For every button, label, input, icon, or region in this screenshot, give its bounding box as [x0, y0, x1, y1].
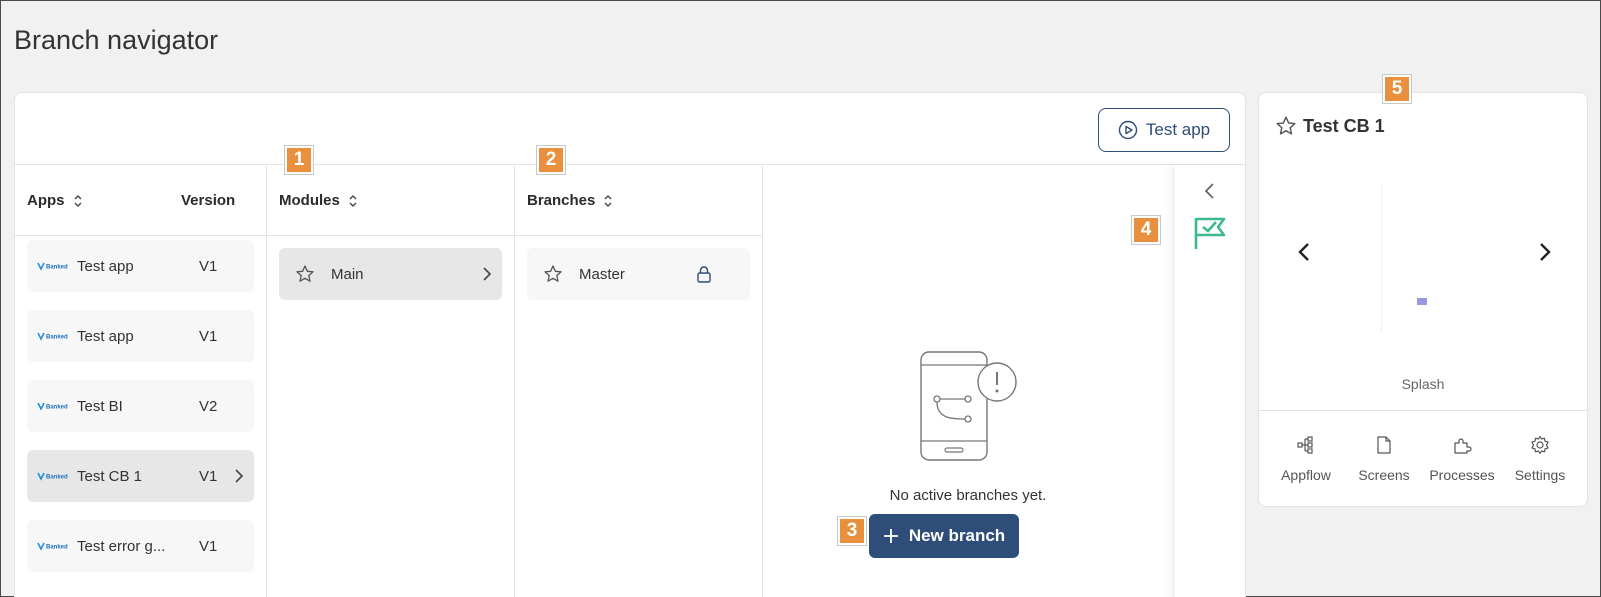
badge-4: 4 [1132, 216, 1160, 244]
app-name: Test error g... [77, 537, 166, 555]
apps-header: Apps Version [15, 166, 266, 236]
app-preview-panel: Test CB 1 Splash Appflow Screens Process… [1258, 92, 1588, 507]
apps-header-label[interactable]: Apps [27, 192, 65, 209]
app-logo-text: Banked [46, 265, 68, 271]
badge-3: 3 [838, 517, 866, 545]
modules-header-label[interactable]: Modules [279, 192, 340, 209]
new-branch-label: New branch [908, 526, 1006, 545]
preview-title-text: Test CB 1 [1303, 115, 1385, 136]
app-logo-text: Banked [46, 335, 68, 341]
module-item-main[interactable]: Main [279, 248, 502, 300]
tab-screens[interactable]: Screens [1346, 435, 1422, 483]
badge-5: 5 [1383, 75, 1411, 103]
module-name: Main [331, 265, 364, 283]
tab-appflow[interactable]: Appflow [1268, 435, 1344, 483]
app-logo: Banked [37, 541, 69, 551]
app-name: Test CB 1 [77, 467, 143, 485]
app-version: V1 [199, 327, 218, 345]
modules-header: Modules [267, 166, 514, 236]
empty-state: No active branches yet. [763, 349, 1173, 504]
test-app-button[interactable]: Test app [1098, 108, 1230, 152]
star-icon[interactable] [295, 264, 315, 284]
chevron-left-icon[interactable] [1297, 241, 1311, 263]
processes-icon [1454, 437, 1472, 454]
screens-icon [1377, 435, 1391, 454]
badge-2: 2 [537, 146, 565, 174]
version-header: Version [181, 192, 236, 209]
tab-label: Settings [1514, 466, 1566, 483]
screen-thumbnail[interactable] [1417, 298, 1427, 305]
preview-title: Test CB 1 [1275, 115, 1385, 137]
app-version: V1 [199, 257, 218, 275]
app-list-item[interactable]: Banked Test BI V2 [27, 380, 254, 432]
app-list-item[interactable]: Banked Test CB 1 V1 [27, 450, 254, 502]
app-name: Test app [77, 257, 134, 275]
no-branches-illustration [920, 351, 1017, 461]
app-logo-text: Banked [46, 405, 68, 411]
empty-state-area: No active branches yet. New branch [763, 166, 1173, 597]
tab-label: Screens [1358, 466, 1410, 483]
lock-icon [697, 266, 711, 283]
tab-processes[interactable]: Processes [1424, 435, 1500, 483]
test-app-label: Test app [1145, 120, 1211, 139]
app-version: V1 [199, 537, 218, 555]
page-title: Branch navigator [14, 25, 219, 55]
app-logo: Banked [37, 401, 69, 411]
badge-1: 1 [285, 146, 313, 174]
modules-column: Modules Main [267, 166, 515, 597]
preview-divider [1381, 183, 1382, 333]
chevron-right-icon [235, 469, 244, 483]
sort-icon[interactable] [603, 194, 613, 208]
app-list-item[interactable]: Banked Test app V1 [27, 240, 254, 292]
star-icon[interactable] [1275, 115, 1297, 137]
branch-name: Master [579, 265, 625, 283]
flag-check-icon[interactable] [1192, 216, 1228, 250]
app-list-item[interactable]: Banked Test error g... V1 [27, 520, 254, 572]
preview-tabs: Appflow Screens Processes Settings [1259, 410, 1587, 506]
branches-header-label[interactable]: Branches [527, 192, 595, 209]
app-logo-text: Banked [46, 475, 68, 481]
side-rail [1173, 166, 1245, 597]
plus-icon [883, 529, 898, 543]
branch-navigator-panel: Test app Apps Version Banked Test app V1 Ba… [14, 92, 1246, 597]
branch-item-master[interactable]: Master [527, 248, 750, 300]
sort-icon[interactable] [348, 194, 358, 208]
panel-toolbar: Test app [15, 93, 1245, 165]
app-logo-text: Banked [46, 545, 68, 551]
apps-list: Banked Test app V1 Banked Test app V1 Banked Te… [15, 236, 266, 594]
appflow-icon [1297, 435, 1313, 454]
tab-label: Appflow [1281, 466, 1331, 483]
screen-label: Splash [1401, 376, 1445, 392]
chevron-right-icon[interactable] [1538, 241, 1552, 263]
chevron-left-icon[interactable] [1202, 182, 1216, 200]
app-list-item[interactable]: Banked Test app V1 [27, 310, 254, 362]
play-icon [1118, 120, 1138, 140]
new-branch-button[interactable]: New branch [869, 514, 1019, 558]
sort-icon[interactable] [73, 194, 83, 208]
star-icon[interactable] [543, 264, 563, 284]
app-logo: Banked [37, 261, 69, 271]
branches-header: Branches [515, 166, 762, 236]
app-name: Test app [77, 327, 134, 345]
tab-settings[interactable]: Settings [1502, 435, 1578, 483]
navigator-columns: Apps Version Banked Test app V1 Banked Test … [15, 166, 1245, 597]
app-version: V2 [199, 397, 218, 415]
chevron-right-icon [483, 267, 492, 281]
branches-column: Branches Master [515, 166, 763, 597]
app-version: V1 [199, 467, 218, 485]
app-logo: Banked [37, 331, 69, 341]
tab-label: Processes [1429, 466, 1495, 483]
settings-icon [1531, 435, 1549, 454]
app-name: Test BI [77, 397, 123, 415]
app-logo: Banked [37, 471, 69, 481]
apps-column: Apps Version Banked Test app V1 Banked Test … [15, 166, 267, 597]
empty-state-message: No active branches yet. [889, 487, 1047, 504]
